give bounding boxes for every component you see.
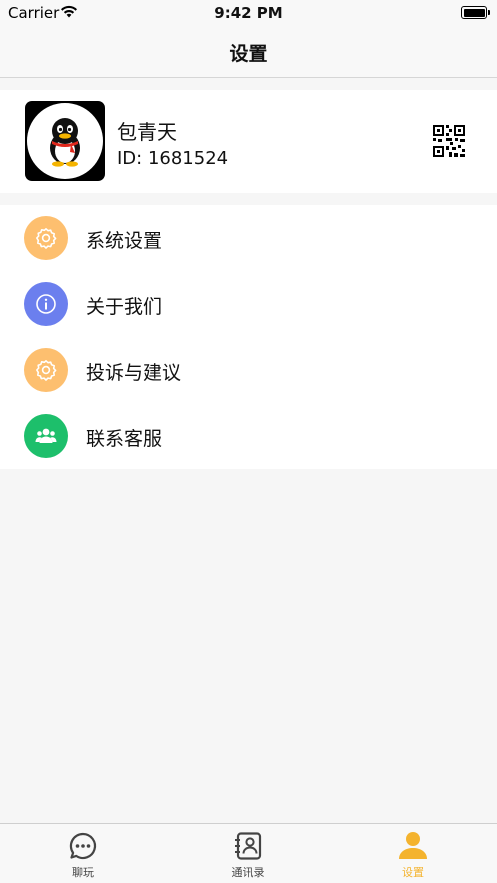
- penguin-avatar-icon: [27, 103, 103, 179]
- people-icon: [24, 414, 68, 458]
- menu-item-label: 关于我们: [86, 296, 163, 318]
- gear-icon: [24, 216, 68, 260]
- nav-bar: 设置: [0, 26, 497, 78]
- profile-name: 包青天: [117, 120, 177, 144]
- profile-id: ID: 1681524: [117, 148, 229, 169]
- page-title: 设置: [229, 43, 268, 65]
- status-time: 9:42 PM: [214, 4, 283, 22]
- profile-card[interactable]: 包青天 ID: 1681524: [0, 90, 497, 193]
- avatar[interactable]: [25, 101, 105, 181]
- gear-icon: [24, 348, 68, 392]
- menu-item-label: 系统设置: [86, 230, 163, 252]
- qr-code-icon[interactable]: [433, 125, 465, 157]
- info-icon: [24, 282, 68, 326]
- menu-item-system-settings[interactable]: 系统设置: [0, 205, 497, 271]
- status-bar: Carrier 9:42 PM: [0, 0, 497, 26]
- tab-chat[interactable]: 聊玩: [23, 824, 143, 883]
- menu-item-about-us[interactable]: 关于我们: [0, 271, 497, 337]
- tab-contacts[interactable]: 通讯录: [188, 824, 308, 883]
- contacts-icon: [235, 832, 262, 860]
- tab-settings[interactable]: 设置: [353, 824, 473, 883]
- settings-menu: 系统设置 关于我们 投诉与建议 联系客服: [0, 205, 497, 469]
- tab-label: 聊玩: [72, 866, 94, 879]
- menu-item-customer-service[interactable]: 联系客服: [0, 403, 497, 469]
- tab-label: 通讯录: [231, 866, 265, 879]
- menu-item-feedback[interactable]: 投诉与建议: [0, 337, 497, 403]
- menu-item-label: 投诉与建议: [86, 362, 182, 384]
- chat-icon: [69, 832, 97, 860]
- tab-bar: 聊玩 通讯录 设置: [0, 823, 497, 883]
- battery-icon: [461, 6, 490, 19]
- user-icon: [399, 832, 427, 859]
- menu-item-label: 联系客服: [86, 428, 163, 450]
- tab-label: 设置: [402, 866, 424, 879]
